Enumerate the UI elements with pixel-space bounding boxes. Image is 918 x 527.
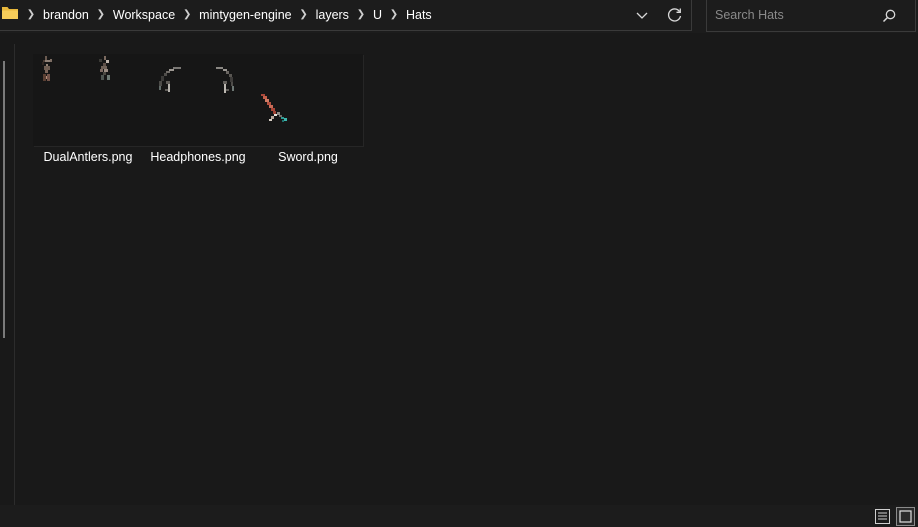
address-bar[interactable]: ❯ brandon ❯ Workspace ❯ mintygen-engine … [0,0,692,31]
navigation-pane-scrollbar[interactable] [3,61,5,338]
breadcrumb-item-brandon[interactable]: brandon [41,8,91,22]
details-view-icon[interactable] [874,508,891,525]
headphones-thumbnail [143,54,253,146]
file-item-headphones[interactable]: Headphones.png [143,54,253,166]
file-name[interactable]: DualAntlers.png [33,150,143,164]
breadcrumb-separator-icon[interactable]: ❯ [351,9,371,20]
breadcrumb-item-workspace[interactable]: Workspace [111,8,177,22]
file-item-sword[interactable]: Sword.png [253,54,363,166]
breadcrumb-separator-icon[interactable]: ❯ [294,9,314,20]
large-icons-view-icon[interactable] [896,507,915,526]
breadcrumb: ❯ brandon ❯ Workspace ❯ mintygen-engine … [21,0,434,30]
breadcrumb-item-hats[interactable]: Hats [404,8,434,22]
file-item-dualantlers[interactable]: DualAntlers.png [33,54,143,166]
file-list[interactable]: DualAntlers.png Headphones.png Sword.png [15,44,918,505]
refresh-icon[interactable] [663,4,687,26]
sword-thumbnail [253,54,363,146]
address-toolbar: ❯ brandon ❯ Workspace ❯ mintygen-engine … [0,0,918,33]
file-name[interactable]: Sword.png [253,150,363,164]
status-bar [0,505,918,527]
navigation-pane[interactable] [0,44,14,505]
breadcrumb-separator-icon[interactable]: ❯ [91,9,111,20]
breadcrumb-item-mintygen-engine[interactable]: mintygen-engine [197,8,293,22]
search-icon[interactable] [881,8,897,24]
breadcrumb-separator-icon[interactable]: ❯ [177,9,197,20]
breadcrumb-item-u[interactable]: U [371,8,384,22]
chevron-down-icon[interactable] [631,5,653,25]
search-input[interactable] [707,0,877,31]
search-box[interactable] [706,0,916,32]
breadcrumb-separator-icon[interactable]: ❯ [21,9,41,20]
file-name[interactable]: Headphones.png [143,150,253,164]
folder-icon [2,7,18,19]
dual-antlers-thumbnail [33,54,143,146]
breadcrumb-separator-icon[interactable]: ❯ [384,9,404,20]
breadcrumb-item-layers[interactable]: layers [314,8,351,22]
